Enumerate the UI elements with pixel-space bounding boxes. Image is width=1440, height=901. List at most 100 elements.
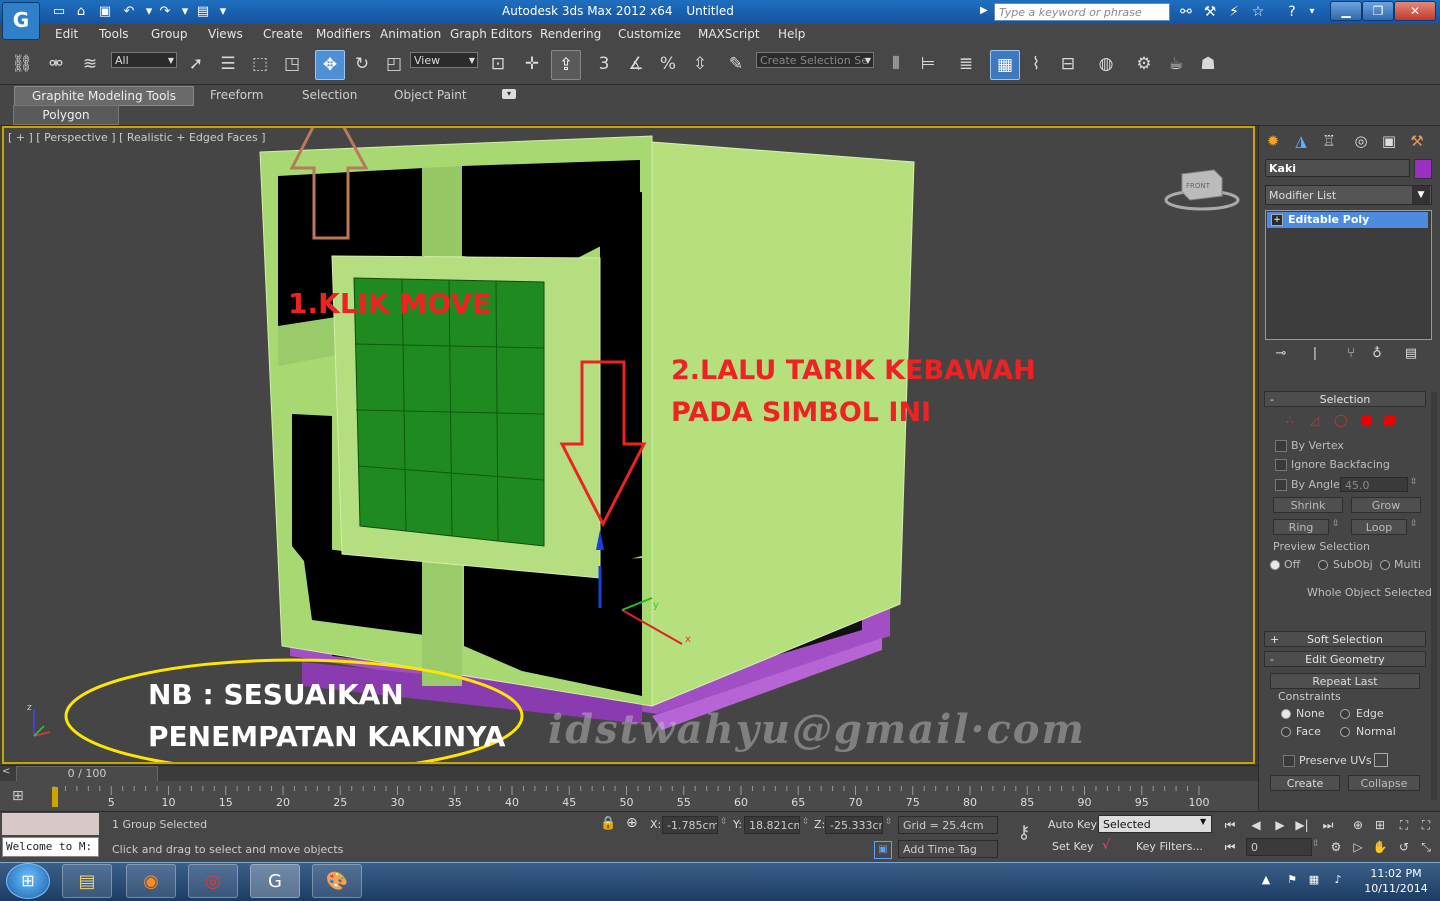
utilities-tab-icon[interactable]: ⚒ <box>1406 130 1428 152</box>
bind-space-warp-icon[interactable]: ≋ <box>76 50 104 78</box>
object-color-swatch[interactable] <box>1414 159 1432 179</box>
menu-modifiers[interactable]: Modifiers <box>316 27 371 43</box>
windows-start-icon[interactable]: ⊞ <box>6 863 50 899</box>
remove-modifier-icon[interactable]: ♁ <box>1368 345 1386 363</box>
zoom-all-icon[interactable]: ⊞ <box>1370 816 1390 834</box>
menu-help[interactable]: Help <box>778 27 805 43</box>
zoom-extents-icon[interactable]: ⛶ <box>1394 816 1414 834</box>
perspective-viewport[interactable]: x y z FRONT <box>2 126 1255 764</box>
by-angle-checkbox[interactable] <box>1275 479 1287 491</box>
help-dropdown-icon[interactable]: ▾ <box>1302 3 1322 21</box>
render-production-icon[interactable]: ☗ <box>1194 50 1222 78</box>
command-panel-scrollbar[interactable] <box>1431 392 1437 800</box>
tab-freeform[interactable]: Freeform <box>210 88 263 102</box>
snaps-toggle-icon[interactable]: 3 <box>590 50 618 78</box>
create-tab-icon[interactable]: ✹ <box>1262 130 1284 152</box>
window-crossing-icon[interactable]: ◳ <box>278 50 306 78</box>
current-frame-marker[interactable] <box>52 787 58 807</box>
go-to-end-icon[interactable]: ⏭ <box>1318 816 1338 834</box>
constraint-normal-radio[interactable] <box>1340 727 1350 737</box>
element-mode-icon[interactable] <box>1382 415 1397 426</box>
repeat-last-button[interactable]: Repeat Last <box>1270 673 1420 689</box>
menu-group[interactable]: Group <box>151 27 188 43</box>
redo-dropdown-icon[interactable]: ▾ <box>176 3 194 21</box>
3ds-max-logo-icon[interactable]: G <box>2 2 40 40</box>
selection-filter-dropdown[interactable]: All <box>111 52 177 69</box>
chrome-icon[interactable]: ◎ <box>188 864 238 898</box>
menu-tools[interactable]: Tools <box>99 27 129 43</box>
render-setup-icon[interactable]: ⚙ <box>1130 50 1158 78</box>
schematic-view-icon[interactable]: ⊟ <box>1054 50 1082 78</box>
vertex-mode-icon[interactable]: ∴ <box>1286 413 1294 427</box>
select-manipulate-icon[interactable]: ✛ <box>518 50 546 78</box>
favorites-star-icon[interactable]: ☆ <box>1248 3 1268 21</box>
create-button[interactable]: Create <box>1270 775 1340 791</box>
set-key-button[interactable]: Set Key <box>1052 840 1094 853</box>
modify-tab-icon[interactable]: ◮ <box>1290 130 1312 152</box>
auto-key-button[interactable]: Auto Key <box>1048 818 1097 831</box>
graphite-toggle-icon[interactable]: ▦ <box>990 50 1020 80</box>
keyboard-shortcut-override-icon[interactable]: ⇪ <box>551 50 581 80</box>
key-filters-button[interactable]: Key Filters... <box>1136 840 1203 853</box>
ribbon-options-icon[interactable]: ▾ <box>502 89 516 99</box>
angle-snap-icon[interactable]: ∡ <box>622 50 650 78</box>
maxscript-mini-listener-pink[interactable] <box>2 813 99 835</box>
play-icon[interactable]: ▶ <box>1270 816 1290 834</box>
add-time-tag-button[interactable]: Add Time Tag <box>898 840 998 858</box>
quick-access-dropdown-icon[interactable]: ▾ <box>214 3 232 21</box>
open-mini-curve-editor-icon[interactable]: ⊞ <box>12 788 24 804</box>
3ds-max-taskbar-icon[interactable]: G <box>250 864 300 898</box>
move-icon[interactable]: ✥ <box>315 50 345 80</box>
loop-button[interactable]: Loop <box>1351 519 1407 535</box>
frame-spinner-icon[interactable]: ⇳ <box>1312 839 1320 849</box>
zoom-extents-all-icon[interactable]: ⛶ <box>1416 816 1436 834</box>
select-object-icon[interactable]: ➚ <box>182 50 210 78</box>
unlink-icon[interactable]: ⚮ <box>42 50 70 78</box>
preview-off-radio[interactable] <box>1270 560 1280 570</box>
absolute-mode-icon[interactable]: ⊕ <box>626 815 638 831</box>
key-mode-toggle-icon[interactable]: ⏮ <box>1220 838 1240 856</box>
set-key-icon[interactable]: ⚷ <box>1006 822 1042 846</box>
zoom-icon[interactable]: ⊕ <box>1348 816 1368 834</box>
constraint-none-radio[interactable] <box>1281 709 1291 719</box>
shrink-button[interactable]: Shrink <box>1273 497 1343 513</box>
spinner-snap-icon[interactable]: ⇳ <box>686 50 714 78</box>
modifier-stack[interactable] <box>1265 210 1432 340</box>
object-name-field[interactable]: Kaki <box>1265 159 1410 177</box>
subscription-icon[interactable]: ⚒ <box>1200 3 1220 21</box>
orbit-icon[interactable]: ↺ <box>1394 838 1414 856</box>
new-file-icon[interactable]: ▭ <box>50 3 68 21</box>
ignore-backfacing-checkbox[interactable] <box>1275 459 1287 471</box>
rotate-icon[interactable]: ↻ <box>348 50 376 78</box>
loop-spinner-icon[interactable]: ⇳ <box>1410 519 1418 529</box>
edge-mode-icon[interactable]: ◿ <box>1310 413 1319 427</box>
polygon-mode-icon[interactable] <box>1361 415 1372 426</box>
help-icon[interactable]: ? <box>1282 3 1302 21</box>
pin-stack-icon[interactable]: ⊸ <box>1272 345 1290 363</box>
angle-input[interactable]: 45.0 <box>1340 477 1408 492</box>
grow-button[interactable]: Grow <box>1351 497 1421 513</box>
constraint-edge-radio[interactable] <box>1340 709 1350 719</box>
reference-coordinate-dropdown[interactable]: View <box>410 52 478 69</box>
expand-icon[interactable]: + <box>1271 214 1283 226</box>
menu-animation[interactable]: Animation <box>380 27 441 43</box>
named-selection-set-dropdown[interactable]: Create Selection Se <box>756 52 874 69</box>
preview-subobj-radio[interactable] <box>1318 560 1328 570</box>
y-spinner-icon[interactable]: ⇳ <box>802 817 810 827</box>
y-coordinate-field[interactable]: 18.821cm <box>744 816 800 834</box>
scale-icon[interactable]: ◰ <box>380 50 408 78</box>
rendered-frame-window-icon[interactable]: ☕ <box>1162 50 1190 78</box>
paint-icon[interactable]: 🎨 <box>312 864 362 898</box>
percent-snap-icon[interactable]: % <box>654 50 682 78</box>
undo-icon[interactable]: ↶ <box>120 3 138 21</box>
search-expand-icon[interactable]: ▶ <box>980 5 988 16</box>
time-slider[interactable] <box>0 765 1258 782</box>
menu-create[interactable]: Create <box>263 27 303 43</box>
x-coordinate-field[interactable]: -1.785cm <box>662 816 718 834</box>
mirror-icon[interactable]: ⫴ <box>882 50 910 78</box>
pivot-center-icon[interactable]: ⊡ <box>484 50 512 78</box>
next-frame-icon[interactable]: ▶| <box>1292 816 1312 834</box>
menu-edit[interactable]: Edit <box>55 27 78 43</box>
project-folder-icon[interactable]: ▤ <box>194 3 212 21</box>
preview-multi-radio[interactable] <box>1380 560 1390 570</box>
